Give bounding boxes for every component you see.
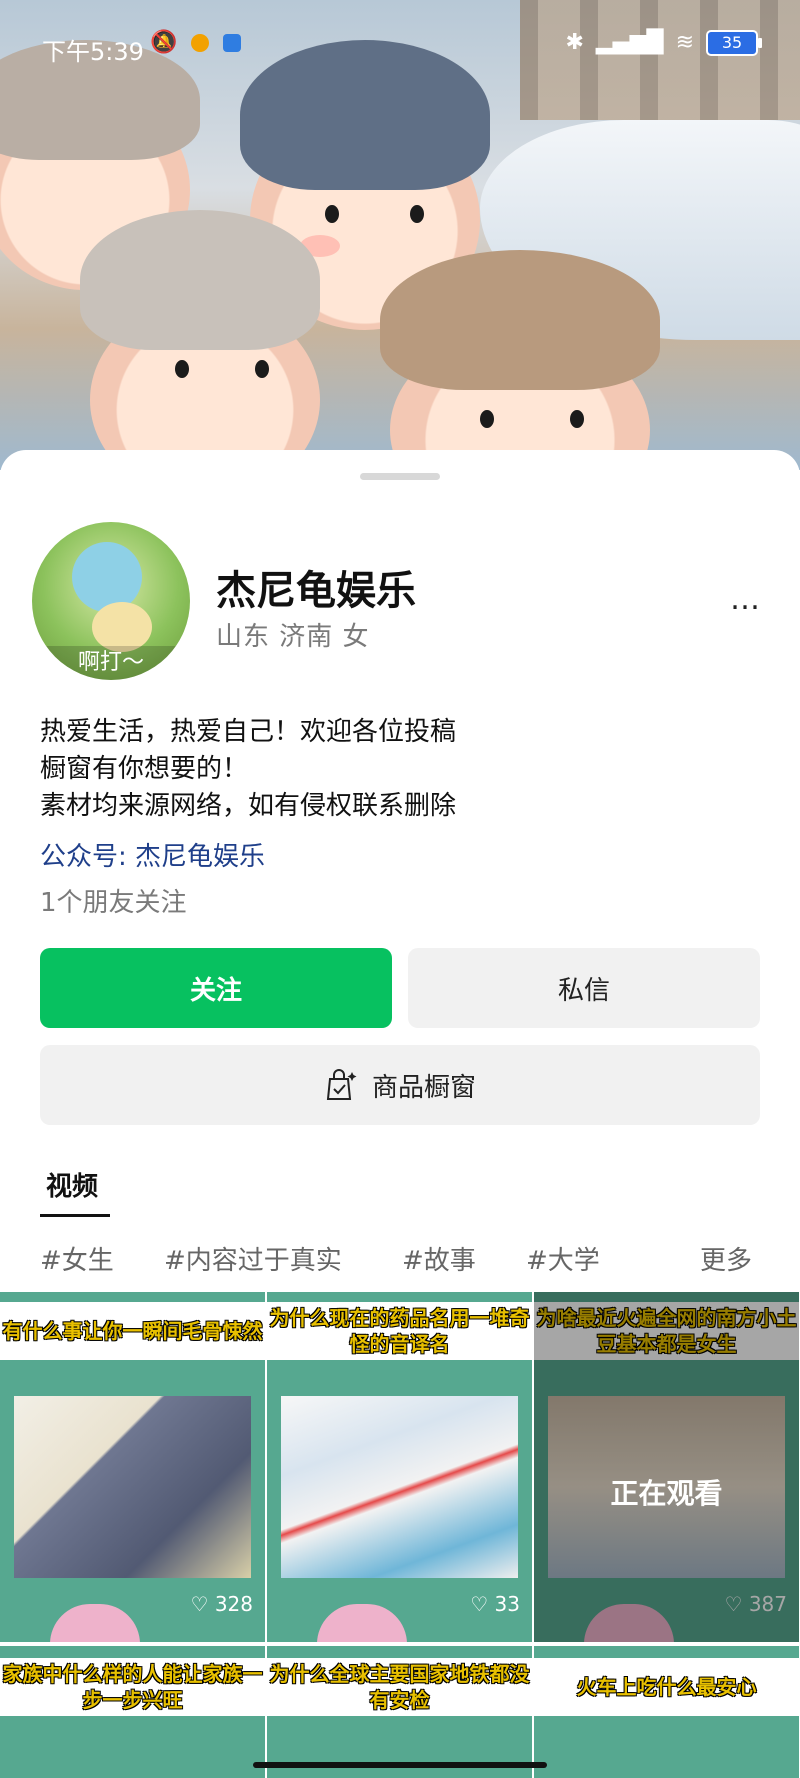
- message-label: 私信: [557, 975, 610, 1006]
- mute-bell-icon: 🔕: [150, 30, 178, 55]
- video-mascot: [317, 1604, 407, 1642]
- shop-window-label: 商品橱窗: [371, 1072, 476, 1103]
- message-button[interactable]: 私信: [408, 948, 760, 1028]
- battery-icon: 35: [706, 30, 762, 56]
- video-likes: ♡ 328: [190, 1592, 253, 1616]
- video-card[interactable]: 火车上吃什么最安心: [534, 1646, 799, 1778]
- avatar[interactable]: 啊打～: [32, 522, 190, 680]
- video-thumbnail: [281, 1396, 518, 1578]
- video-title: 火车上吃什么最安心: [534, 1658, 799, 1716]
- shop-window-button[interactable]: 商品橱窗: [40, 1045, 760, 1125]
- wifi-icon: ≋: [675, 30, 694, 55]
- profile-sheet: 啊打～ 杰尼龟娱乐 山东 济南 女 … 热爱生活，热爱自己！欢迎各位投稿 橱窗有…: [0, 450, 800, 1778]
- tab-video[interactable]: 视频: [46, 1166, 98, 1203]
- profile-bio: 热爱生活，热爱自己！欢迎各位投稿 橱窗有你想要的！ 素材均来源网络，如有侵权联系…: [40, 714, 456, 825]
- friends-follow-count[interactable]: 1个朋友关注: [40, 882, 187, 919]
- tag-item[interactable]: #故事: [402, 1240, 476, 1277]
- more-options-button[interactable]: …: [730, 582, 762, 617]
- video-mascot: [50, 1604, 140, 1642]
- video-title: 为什么现在的药品名用一堆奇怪的音译名: [267, 1302, 532, 1360]
- status-bar: 下午5:39 🔕 ✱ ▂▄▆█ ≋ 35: [0, 0, 800, 90]
- tag-item[interactable]: #女生: [40, 1240, 114, 1277]
- cover-hat: [80, 210, 320, 350]
- video-card[interactable]: 为什么现在的药品名用一堆奇怪的音译名 ♡ 33: [267, 1292, 532, 1642]
- drag-handle[interactable]: [360, 473, 440, 480]
- video-likes: ♡ 33: [470, 1592, 520, 1616]
- watching-overlay: [534, 1292, 799, 1642]
- like-count: 33: [494, 1592, 520, 1616]
- tag-item[interactable]: #大学: [526, 1240, 600, 1277]
- now-watching-label: 正在观看: [610, 1477, 723, 1510]
- avatar-shell: [92, 602, 152, 652]
- follow-button[interactable]: 关注: [40, 948, 392, 1028]
- bio-line: 橱窗有你想要的！: [40, 754, 249, 784]
- cover-eye: [570, 410, 584, 428]
- cover-eye: [480, 410, 494, 428]
- cover-hat: [380, 250, 660, 390]
- video-grid: 有什么事让你一瞬间毛骨悚然 ♡ 328 为什么现在的药品名用一堆奇怪的音译名 ♡…: [0, 1292, 800, 1778]
- tag-item[interactable]: #内容过于真实: [164, 1240, 342, 1277]
- app-icon: [223, 34, 242, 52]
- cover-eye: [410, 205, 424, 223]
- status-time: 下午5:39: [42, 38, 144, 66]
- status-right-icons: ✱ ▂▄▆█ ≋ 35: [565, 30, 762, 56]
- bio-line: 热爱生活，热爱自己！欢迎各位投稿: [40, 717, 457, 747]
- official-account-link[interactable]: 公众号: 杰尼龟娱乐: [40, 836, 265, 873]
- avatar-turtle: [72, 542, 142, 612]
- profile-location-gender: 山东 济南 女: [216, 622, 370, 652]
- status-left-icons: 🔕: [150, 30, 242, 56]
- tab-indicator: [40, 1214, 110, 1217]
- video-card[interactable]: 为什么全球主要国家地铁都没有安检: [267, 1646, 532, 1778]
- video-title: 家族中什么样的人能让家族一步一步兴旺: [0, 1658, 265, 1716]
- bluetooth-icon: ✱: [565, 30, 584, 55]
- follow-label: 关注: [189, 975, 242, 1006]
- profile-name: 杰尼龟娱乐: [216, 568, 416, 614]
- cover-eye: [325, 205, 339, 223]
- shopping-bag-icon: [326, 1069, 357, 1100]
- cover-eye: [255, 360, 269, 378]
- hd-signal-icon: ▂▄▆█: [595, 30, 664, 55]
- app-icon: [191, 34, 210, 52]
- video-title: 为什么全球主要国家地铁都没有安检: [267, 1658, 532, 1716]
- tags-more-button[interactable]: 更多: [700, 1240, 752, 1277]
- home-indicator[interactable]: [253, 1762, 547, 1768]
- avatar-caption: 啊打～: [32, 646, 190, 680]
- video-card[interactable]: 家族中什么样的人能让家族一步一步兴旺: [0, 1646, 265, 1778]
- bio-line: 素材均来源网络，如有侵权联系删除: [40, 791, 457, 821]
- video-card[interactable]: 有什么事让你一瞬间毛骨悚然 ♡ 328: [0, 1292, 265, 1642]
- video-title: 有什么事让你一瞬间毛骨悚然: [0, 1302, 265, 1360]
- cover-eye: [175, 360, 189, 378]
- like-count: 328: [214, 1592, 253, 1616]
- video-card-watching[interactable]: 为啥最近火遍全网的南方小土豆基本都是女生 ♡ 387 正在观看: [534, 1292, 799, 1642]
- tag-bar: #女生 #内容过于真实 #故事 #大学 更多: [40, 1240, 760, 1280]
- video-thumbnail: [14, 1396, 251, 1578]
